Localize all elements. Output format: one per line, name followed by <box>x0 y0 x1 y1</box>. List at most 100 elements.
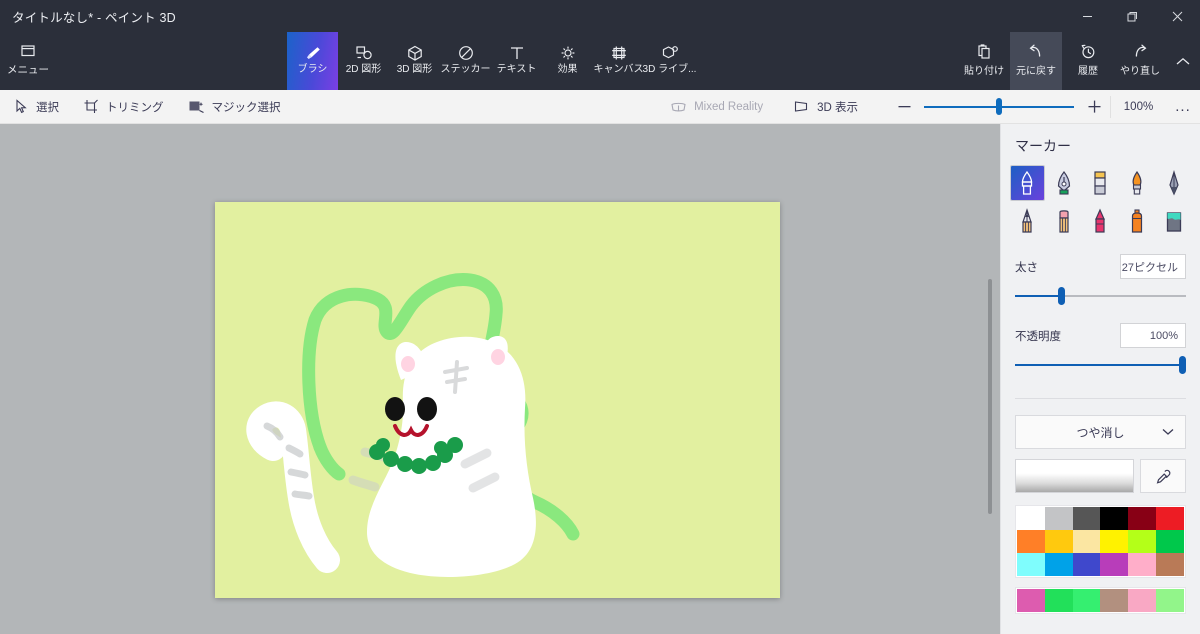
pixel-pen-icon <box>1169 169 1179 196</box>
color-swatch[interactable] <box>1100 530 1129 553</box>
brush-oil[interactable] <box>1084 166 1117 200</box>
color-swatch[interactable] <box>1128 530 1157 553</box>
tab-text[interactable]: テキスト <box>491 32 542 90</box>
tab-canvas[interactable]: キャンバス <box>593 32 644 90</box>
color-swatch[interactable] <box>1156 507 1184 530</box>
zoom-slider[interactable] <box>924 90 1074 124</box>
collapse-ribbon-button[interactable] <box>1166 32 1200 90</box>
thickness-slider-knob[interactable] <box>1057 287 1065 305</box>
tab-stickers[interactable]: ステッカー <box>440 32 491 90</box>
mixed-reality-icon <box>671 102 686 111</box>
zoom-slider-thumb[interactable] <box>996 98 1002 115</box>
tab-brush[interactable]: ブラシ <box>287 32 338 90</box>
chevron-down-icon <box>1162 429 1174 435</box>
pencil-icon <box>1022 208 1033 233</box>
thickness-value[interactable]: 27ピクセル <box>1120 254 1186 279</box>
brush-eraser[interactable] <box>1048 204 1081 238</box>
recent-color-swatch[interactable] <box>1128 589 1157 612</box>
main-body: マーカー 太さ 27ピクセル 不透明度 100% つや消し <box>0 124 1200 634</box>
redo-button[interactable]: やり直し <box>1114 32 1166 90</box>
tab-3d-library[interactable]: 3D ライブ... <box>643 32 696 90</box>
recent-color-swatch[interactable] <box>1072 589 1101 612</box>
brush-calligraphy-pen[interactable] <box>1048 166 1081 200</box>
color-swatch[interactable] <box>1017 553 1045 576</box>
ribbon-tabs: ブラシ 2D 図形 3D 図形 ステッカー テキスト 効果 キャンバス 3D ラ… <box>287 32 696 90</box>
opacity-slider-fill <box>1015 364 1186 366</box>
brush-pencil[interactable] <box>1011 204 1044 238</box>
brush-pixel-pen[interactable] <box>1157 166 1190 200</box>
crop-tool-button[interactable]: トリミング <box>71 90 176 124</box>
recent-color-swatch[interactable] <box>1156 589 1184 612</box>
color-swatch[interactable] <box>1044 553 1073 576</box>
recent-color-swatch[interactable] <box>1100 589 1129 612</box>
opacity-label: 不透明度 <box>1015 330 1061 343</box>
color-swatch[interactable] <box>1044 507 1073 530</box>
redo-label: やり直し <box>1120 65 1160 77</box>
more-options-button[interactable]: ... <box>1166 90 1200 124</box>
color-swatch[interactable] <box>1072 507 1101 530</box>
tool-options-panel: マーカー 太さ 27ピクセル 不透明度 100% つや消し <box>1000 124 1200 634</box>
restore-button[interactable] <box>1110 0 1155 32</box>
window-title: タイトルなし* - ペイント 3D <box>12 11 176 25</box>
view-3d-button[interactable]: 3D 表示 <box>781 90 870 124</box>
menu-label: メニュー <box>7 64 49 76</box>
color-swatch[interactable] <box>1128 507 1157 530</box>
opacity-field: 不透明度 100% <box>1001 323 1200 376</box>
opacity-slider[interactable] <box>1015 354 1186 376</box>
drawing-canvas[interactable] <box>215 202 780 598</box>
eyedropper-button[interactable] <box>1140 459 1186 493</box>
undo-icon <box>1029 44 1041 57</box>
color-swatch[interactable] <box>1072 553 1101 576</box>
brush-marker[interactable] <box>1011 166 1044 200</box>
watercolor-brush-icon <box>1132 170 1142 195</box>
select-tool-button[interactable]: 選択 <box>0 90 71 124</box>
menu-button[interactable]: メニュー <box>0 32 56 90</box>
view-3d-icon <box>795 101 808 112</box>
brush-fill-bucket[interactable] <box>1157 204 1190 238</box>
crop-tool-label: トリミング <box>106 101 164 114</box>
canvas-vertical-scrollbar[interactable] <box>988 279 992 514</box>
color-swatch[interactable] <box>1128 553 1157 576</box>
zoom-in-button[interactable] <box>1078 90 1110 124</box>
material-dropdown[interactable]: つや消し <box>1015 415 1186 449</box>
magic-select-button[interactable]: マジック選択 <box>176 90 293 124</box>
color-swatch[interactable] <box>1100 553 1129 576</box>
tab-2d-shapes[interactable]: 2D 図形 <box>338 32 389 90</box>
brush-watercolor[interactable] <box>1121 166 1154 200</box>
tab-effects[interactable]: 効果 <box>542 32 593 90</box>
color-swatch[interactable] <box>1156 553 1184 576</box>
brush-spray-can[interactable] <box>1121 204 1154 238</box>
mixed-reality-button[interactable]: Mixed Reality <box>658 90 775 124</box>
zoom-out-button[interactable] <box>888 90 920 124</box>
opacity-value[interactable]: 100% <box>1120 323 1186 348</box>
minimize-button[interactable] <box>1065 0 1110 32</box>
undo-button[interactable]: 元に戻す <box>1010 32 1062 90</box>
recent-colors <box>1015 587 1186 614</box>
close-button[interactable] <box>1155 0 1200 32</box>
ribbon-right-actions: 貼り付け 元に戻す 履歴 やり直し <box>958 32 1200 90</box>
recent-color-swatch[interactable] <box>1044 589 1073 612</box>
history-label: 履歴 <box>1078 65 1098 77</box>
thickness-slider[interactable] <box>1015 285 1186 307</box>
color-swatch[interactable] <box>1156 530 1184 553</box>
color-swatch[interactable] <box>1100 507 1129 530</box>
color-swatch[interactable] <box>1017 530 1045 553</box>
opacity-slider-knob[interactable] <box>1179 356 1186 374</box>
color-swatch[interactable] <box>1072 530 1101 553</box>
tab-canvas-label: キャンバス <box>593 64 644 75</box>
fill-bucket-icon <box>1166 212 1181 232</box>
canvas-workspace[interactable] <box>0 124 1000 634</box>
current-color-swatch[interactable] <box>1015 459 1134 493</box>
brush-crayon[interactable] <box>1084 204 1117 238</box>
color-swatch[interactable] <box>1017 507 1045 530</box>
thickness-slider-fill <box>1015 295 1062 297</box>
tab-3d-shapes[interactable]: 3D 図形 <box>389 32 440 90</box>
tab-2d-shapes-label: 2D 図形 <box>345 64 382 75</box>
history-button[interactable]: 履歴 <box>1062 32 1114 90</box>
palette-row-1 <box>1017 507 1184 530</box>
thickness-field: 太さ 27ピクセル <box>1001 254 1200 307</box>
color-swatch[interactable] <box>1044 530 1073 553</box>
tab-effects-label: 効果 <box>557 64 578 75</box>
paste-button[interactable]: 貼り付け <box>958 32 1010 90</box>
recent-color-swatch[interactable] <box>1017 589 1045 612</box>
